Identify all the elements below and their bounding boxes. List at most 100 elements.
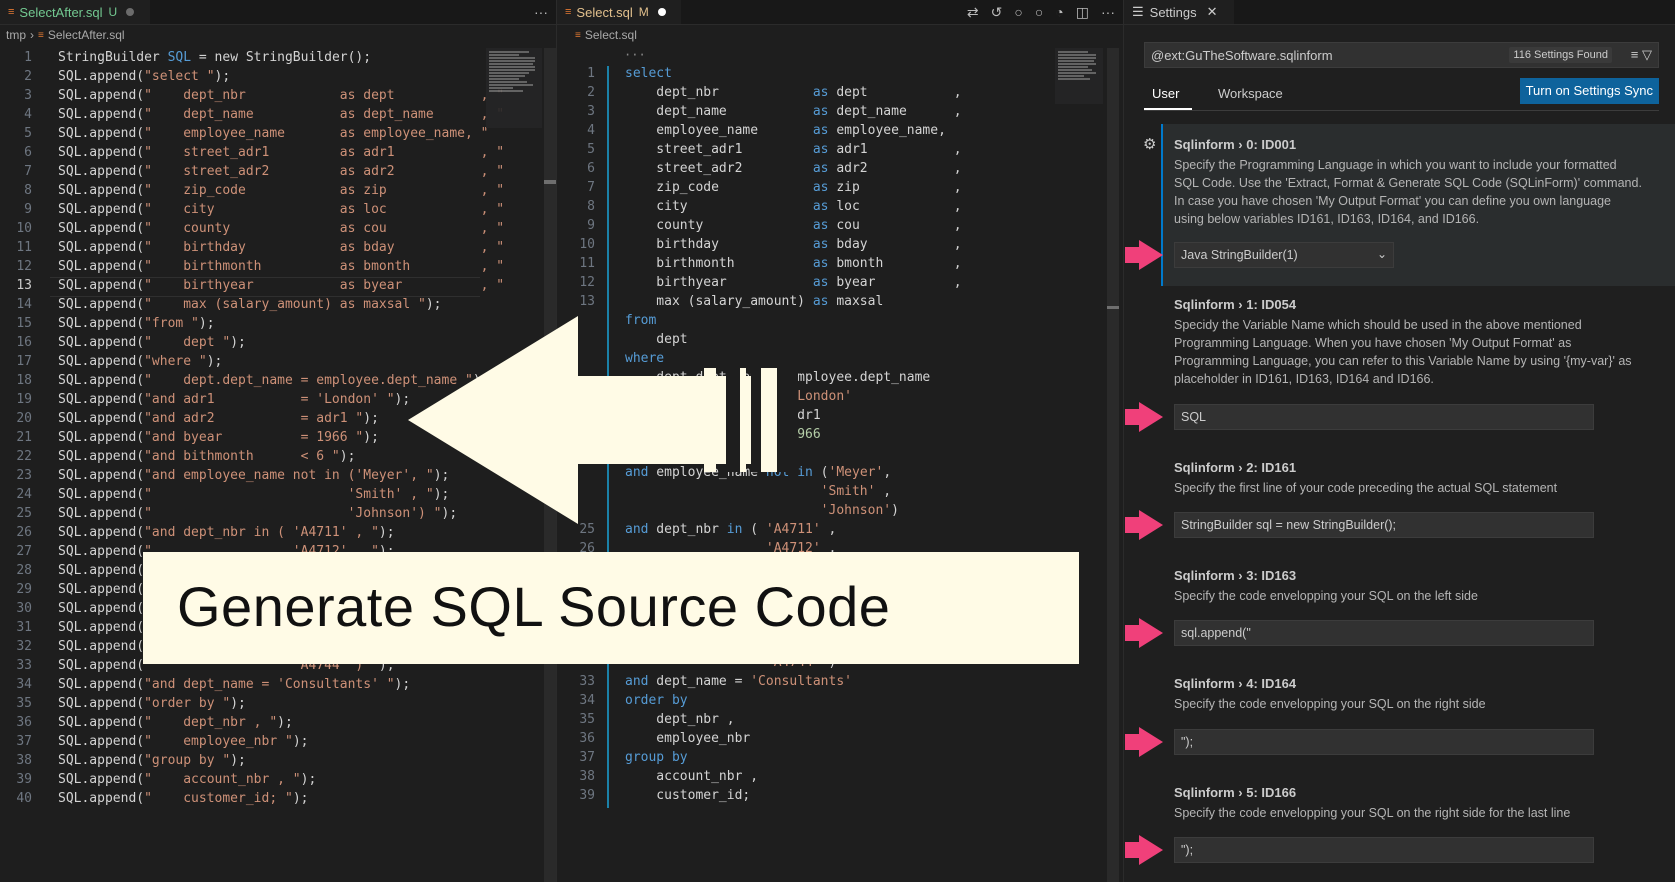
code-line[interactable]: city as loc ,	[625, 199, 961, 214]
split-editor-icon[interactable]: ◫	[1076, 4, 1089, 21]
code-line[interactable]: SQL.append(" dept_name as dept_name , "	[58, 107, 504, 122]
code-token: city	[625, 199, 813, 214]
code-line[interactable]: SQL.append(" zip_code as zip , "	[58, 183, 504, 198]
code-line[interactable]: SQL.append(" county as cou , "	[58, 221, 504, 236]
code-line[interactable]: SQL.append("and dept_nbr in ( 'A4711' , …	[58, 525, 395, 540]
tab-select[interactable]: ≡ Select.sql M	[557, 0, 681, 24]
setting-input-id054[interactable]: SQL	[1174, 404, 1594, 430]
code-line[interactable]: dept_name as dept_name ,	[625, 104, 961, 119]
code-line[interactable]: SQL.append(" city as loc , "	[58, 202, 504, 217]
settings-search-input[interactable]: @ext:GuTheSoftware.sqlinform 116 Setting…	[1144, 42, 1659, 68]
code-line[interactable]: SQL.append("	[58, 639, 152, 654]
code-line[interactable]: birthday as bday ,	[625, 237, 961, 252]
code-line[interactable]: customer_id;	[625, 788, 750, 803]
code-line[interactable]: SQL.append("from ");	[58, 316, 215, 331]
code-line[interactable]: SQL.append(" birthmonth as bmonth , "	[58, 259, 504, 274]
code-line[interactable]: SQL.append("	[58, 620, 152, 635]
code-line[interactable]: and dept_name = 'Consultants'	[625, 674, 852, 689]
minimap[interactable]	[1055, 48, 1103, 104]
minimap[interactable]	[486, 48, 542, 128]
settings-sync-button[interactable]: Turn on Settings Sync	[1519, 78, 1659, 104]
code-line[interactable]: SQL.append(" employee_name as employee_n…	[58, 126, 488, 141]
open-changes-icon[interactable]: ⇄	[967, 4, 979, 21]
code-line[interactable]: SQL.append(" dept_nbr as dept , "	[58, 88, 504, 103]
code-line[interactable]: street_adr1 as adr1 ,	[625, 142, 961, 157]
breadcrumb-file[interactable]: Select.sql	[585, 28, 637, 42]
code-line[interactable]: SQL.append("	[58, 563, 152, 578]
code-line[interactable]: SQL.append("and adr1 = 'London' ");	[58, 392, 410, 407]
more-actions-icon[interactable]: ···	[534, 4, 548, 20]
code-line[interactable]: and dept_nbr in ( 'A4711' ,	[625, 522, 836, 537]
code-line[interactable]: account_nbr ,	[625, 769, 758, 784]
settings-scrollbar[interactable]	[1663, 110, 1675, 882]
revert-icon[interactable]: ↺	[991, 4, 1003, 21]
code-line[interactable]: SQL.append(" dept ");	[58, 335, 246, 350]
code-line[interactable]: SQL.append("and bithmonth < 6 ");	[58, 449, 355, 464]
code-line[interactable]: group by	[625, 750, 688, 765]
code-line[interactable]: SQL.append("select ");	[58, 69, 230, 84]
code-line[interactable]: SQL.append(" account_nbr , ");	[58, 772, 316, 787]
scrollbar-thumb[interactable]	[1107, 306, 1119, 309]
filter-icon[interactable]: ▽	[1642, 47, 1652, 62]
code-line[interactable]: SQL.append(" 'Johnson') ");	[58, 506, 457, 521]
timeline-icon[interactable]: ◔	[1055, 4, 1063, 20]
code-line[interactable]: order by	[625, 693, 688, 708]
language-select[interactable]: Java StringBuilder(1) ⌄	[1174, 242, 1394, 268]
code-line[interactable]: employee_nbr	[625, 731, 750, 746]
code-line[interactable]: SQL.append("where ");	[58, 354, 222, 369]
setting-id: ID054	[1261, 297, 1297, 312]
code-line[interactable]: SQL.append(" street_adr1 as adr1 , "	[58, 145, 504, 160]
next-change-icon[interactable]: ○	[1035, 4, 1043, 20]
code-line[interactable]: select	[625, 66, 672, 81]
code-line[interactable]: dept_nbr as dept ,	[625, 85, 961, 100]
code-line[interactable]: SQL.append(" birthday as bday , "	[58, 240, 504, 255]
tab-user-label: User	[1152, 86, 1180, 101]
code-token: (	[812, 465, 829, 480]
code-line[interactable]: dept_nbr ,	[625, 712, 734, 727]
code-line[interactable]: SQL.append(" 'Smith' , ");	[58, 487, 449, 502]
close-icon[interactable]: ✕	[1207, 4, 1218, 20]
tab-user[interactable]: User	[1152, 86, 1179, 101]
code-line[interactable]: county as cou ,	[625, 218, 961, 233]
previous-change-icon[interactable]: ○	[1014, 4, 1022, 20]
code-line[interactable]: SQL.append("	[58, 601, 152, 616]
more-actions-icon[interactable]: ···	[1101, 4, 1115, 20]
code-line[interactable]: SQL.append("and dept_name = 'Consultants…	[58, 677, 410, 692]
setting-input-id161[interactable]: StringBuilder sql = new StringBuilder();	[1174, 512, 1594, 538]
code-line[interactable]: SQL.append("	[58, 582, 152, 597]
clear-filter-icon[interactable]: ≡	[1631, 47, 1639, 62]
code-line[interactable]: SQL.append(" employee_nbr ");	[58, 734, 308, 749]
gear-icon[interactable]: ⚙	[1143, 135, 1156, 153]
code-line[interactable]: zip_code as zip ,	[625, 180, 961, 195]
code-line[interactable]: SQL.append("and employee_name not in ('M…	[58, 468, 449, 483]
code-line[interactable]: SQL.append(" max (salary_amount) as maxs…	[58, 297, 442, 312]
code-line[interactable]: SQL.append("order by ");	[58, 696, 246, 711]
tab-settings[interactable]: ☰ Settings ✕	[1124, 0, 1234, 24]
vertical-scrollbar[interactable]	[1107, 48, 1119, 882]
code-line[interactable]: SQL.append(" birthyear as byear , "	[58, 278, 504, 293]
code-token: 'Consultants'	[750, 674, 852, 689]
code-line[interactable]: SQL.append("and byear = 1966 ");	[58, 430, 379, 445]
setting-input-id164[interactable]: ");	[1174, 729, 1594, 755]
scrollbar-thumb[interactable]	[544, 180, 556, 184]
code-line[interactable]: SQL.append(" dept_nbr , ");	[58, 715, 293, 730]
line-number: 17	[16, 354, 32, 369]
code-line[interactable]: max (salary_amount) as maxsal	[625, 294, 883, 309]
tab-selectafter[interactable]: ≡ SelectAfter.sql U	[0, 0, 150, 24]
code-line[interactable]: employee_name as employee_name,	[625, 123, 946, 138]
setting-input-id163[interactable]: sql.append("	[1174, 620, 1594, 646]
code-line[interactable]: birthmonth as bmonth ,	[625, 256, 961, 271]
code-line[interactable]: street_adr2 as adr2 ,	[625, 161, 961, 176]
tab-workspace[interactable]: Workspace	[1218, 86, 1283, 101]
line-number: 11	[16, 240, 32, 255]
setting-input-id166[interactable]: ");	[1174, 837, 1594, 863]
breadcrumb-file[interactable]: SelectAfter.sql	[48, 28, 125, 42]
code-line[interactable]: SQL.append(" street_adr2 as adr2 , "	[58, 164, 504, 179]
code-line[interactable]: SQL.append(" customer_id; ");	[58, 791, 308, 806]
code-line[interactable]: SQL.append("and adr2 = adr1 ");	[58, 411, 379, 426]
code-line[interactable]: SQL.append("group by ");	[58, 753, 246, 768]
code-line[interactable]: StringBuilder SQL = new StringBuilder();	[58, 50, 371, 65]
code-line[interactable]: birthyear as byear ,	[625, 275, 961, 290]
breadcrumb-folder[interactable]: tmp	[6, 28, 26, 42]
code-token: street_adr2	[625, 161, 813, 176]
